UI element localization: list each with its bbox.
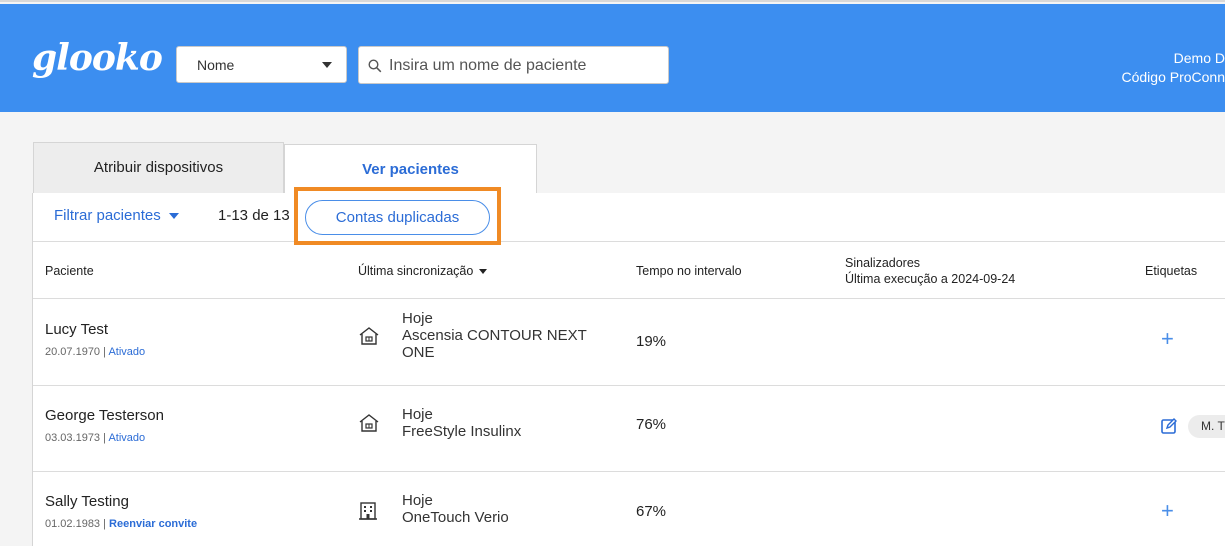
sync-day: Hoje: [402, 406, 433, 423]
patient-name[interactable]: George Testerson: [45, 407, 164, 424]
sync-day: Hoje: [402, 310, 433, 327]
table-header: Paciente Última sincronização Tempo no i…: [33, 243, 1225, 299]
user-name: Demo D: [1173, 50, 1225, 66]
patient-meta: 20.07.1970 | Ativado: [45, 346, 145, 358]
edit-tags-icon[interactable]: [1160, 417, 1178, 435]
filter-bar: Filtrar pacientes 1-13 de 13 Contas dupl…: [33, 187, 1225, 245]
add-tag-button[interactable]: +: [1161, 498, 1174, 524]
glooko-logo[interactable]: glooko: [32, 37, 163, 79]
search-icon: [368, 59, 382, 73]
tab-assign-devices[interactable]: Atribuir dispositivos: [33, 142, 284, 194]
filter-patients-button[interactable]: Filtrar pacientes: [54, 207, 179, 224]
table-row[interactable]: Sally Testing 01.02.1983 | Reenviar conv…: [33, 472, 1225, 546]
sync-device: Ascensia CONTOUR NEXT ONE: [402, 327, 587, 361]
user-info[interactable]: Demo D Código ProConn: [1121, 49, 1225, 87]
separator: |: [100, 518, 110, 530]
caret-down-icon: [168, 213, 179, 220]
top-bar: glooko Nome Demo D Código ProConn: [0, 4, 1225, 112]
sort-desc-icon: [479, 269, 488, 275]
sync-info: Hoje Ascensia CONTOUR NEXT ONE: [402, 310, 612, 361]
sync-info: Hoje FreeStyle Insulinx: [402, 406, 612, 440]
sync-device: OneTouch Verio: [402, 509, 509, 526]
col-time-in-range[interactable]: Tempo no intervalo: [636, 264, 742, 278]
patient-count: 1-13 de 13: [218, 207, 290, 224]
patient-dob: 01.02.1983: [45, 518, 101, 530]
sync-device: FreeStyle Insulinx: [402, 423, 522, 440]
col-last-sync[interactable]: Última sincronização: [358, 264, 488, 278]
time-in-range-value: 67%: [636, 503, 667, 520]
filter-patients-label: Filtrar pacientes: [54, 207, 161, 224]
col-flags[interactable]: Sinalizadores Última execução a 2024-09-…: [845, 255, 1015, 287]
patient-name[interactable]: Lucy Test: [45, 321, 108, 338]
proconnect-code: Código ProConn: [1121, 69, 1225, 85]
col-flags-label: Sinalizadores: [845, 256, 921, 270]
search-type-value: Nome: [197, 57, 235, 73]
resend-invite-link[interactable]: Reenviar convite: [109, 518, 197, 530]
time-in-range-value: 76%: [636, 416, 667, 433]
search-input[interactable]: [389, 55, 659, 77]
col-flags-last-run: Última execução a 2024-09-24: [845, 272, 1016, 286]
col-last-sync-label: Última sincronização: [358, 264, 474, 278]
col-patient[interactable]: Paciente: [45, 264, 94, 278]
sync-info: Hoje OneTouch Verio: [402, 492, 612, 526]
patient-status[interactable]: Ativado: [108, 346, 145, 358]
patients-panel: Filtrar pacientes 1-13 de 13 Contas dupl…: [32, 187, 1225, 546]
patient-status[interactable]: Ativado: [108, 432, 145, 444]
highlight-box: [294, 187, 501, 245]
patient-search-box[interactable]: [358, 46, 669, 84]
table-row[interactable]: Lucy Test 20.07.1970 | Ativado Hoje Asce…: [33, 300, 1225, 386]
patient-dob: 20.07.1970: [45, 346, 101, 358]
table-row[interactable]: George Testerson 03.03.1973 | Ativado Ho…: [33, 386, 1225, 472]
search-type-select[interactable]: Nome: [176, 46, 347, 83]
app-frame: glooko Nome Demo D Código ProConn Atribu…: [0, 0, 1225, 546]
patient-meta: 01.02.1983 | Reenviar convite: [45, 518, 197, 530]
chevron-down-icon: [322, 62, 332, 68]
add-tag-button[interactable]: +: [1161, 326, 1174, 352]
patient-dob: 03.03.1973: [45, 432, 101, 444]
home-icon: [359, 327, 379, 345]
sync-day: Hoje: [402, 492, 433, 509]
building-icon: [359, 502, 377, 520]
patient-name[interactable]: Sally Testing: [45, 493, 129, 510]
time-in-range-value: 19%: [636, 333, 667, 350]
tag-pill[interactable]: M. T: [1188, 415, 1225, 438]
patient-meta: 03.03.1973 | Ativado: [45, 432, 145, 444]
col-tags[interactable]: Etiquetas: [1145, 264, 1197, 278]
home-icon: [359, 414, 379, 432]
